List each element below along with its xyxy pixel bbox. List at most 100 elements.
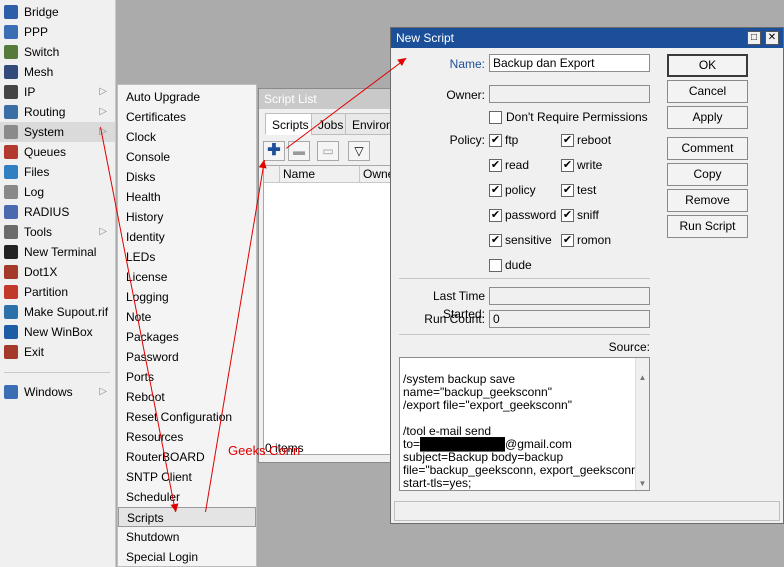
submenu-item-identity[interactable]: Identity — [118, 227, 256, 247]
policy-password-checkbox[interactable]: ✔ — [489, 209, 502, 222]
submenu-item-disks[interactable]: Disks — [118, 167, 256, 187]
submenu-item-license[interactable]: License — [118, 267, 256, 287]
menu-item-label: Queues — [24, 145, 67, 159]
script-table[interactable]: Name Owner — [263, 165, 398, 455]
policy-read-label: read — [505, 158, 530, 172]
menu-item-dot1x[interactable]: Dot1X — [0, 262, 115, 282]
submenu-item-console[interactable]: Console — [118, 147, 256, 167]
winbox-icon — [4, 325, 18, 339]
menu-item-partition[interactable]: Partition — [0, 282, 115, 302]
menu-item-new-terminal[interactable]: New Terminal — [0, 242, 115, 262]
menu-item-label: New WinBox — [24, 325, 93, 339]
policy-romon-checkbox[interactable]: ✔ — [561, 234, 574, 247]
menu-item-label: Switch — [24, 45, 60, 59]
ip-icon — [4, 85, 18, 99]
terminal-icon — [4, 245, 18, 259]
last-started-field[interactable] — [489, 287, 650, 305]
run-count-field[interactable]: 0 — [489, 310, 650, 328]
policy-ftp-label: ftp — [505, 133, 519, 147]
submenu-item-ports[interactable]: Ports — [118, 367, 256, 387]
menu-item-windows[interactable]: Windows ▷ — [0, 382, 115, 402]
run-script-button[interactable]: Run Script — [667, 215, 748, 238]
add-button[interactable]: ✚ — [263, 141, 285, 161]
policy-write-checkbox[interactable]: ✔ — [561, 159, 574, 172]
ok-button[interactable]: OK — [667, 54, 748, 77]
submenu-item-sntp-client[interactable]: SNTP Client — [118, 467, 256, 487]
policy-reboot-checkbox[interactable]: ✔ — [561, 134, 574, 147]
menu-item-exit[interactable]: Exit — [0, 342, 115, 362]
remove-icon: ▬ — [293, 144, 305, 158]
submenu-item-logging[interactable]: Logging — [118, 287, 256, 307]
name-field[interactable]: Backup dan Export — [489, 54, 650, 72]
menu-item-label: Partition — [24, 285, 69, 299]
policy-reboot-label: reboot — [577, 133, 612, 147]
divider — [399, 334, 650, 335]
menu-item-label: Windows — [24, 385, 73, 399]
submenu-item-history[interactable]: History — [118, 207, 256, 227]
submenu-item-certificates[interactable]: Certificates — [118, 107, 256, 127]
log-icon — [4, 185, 18, 199]
submenu-item-auto-upgrade[interactable]: Auto Upgrade — [118, 87, 256, 107]
policy-dude-checkbox[interactable] — [489, 259, 502, 272]
menu-item-new-winbox[interactable]: New WinBox — [0, 322, 115, 342]
owner-field[interactable] — [489, 85, 650, 103]
cancel-button[interactable]: Cancel — [667, 80, 748, 103]
dont-require-permissions-checkbox[interactable] — [489, 111, 502, 124]
menu-item-make-supout-rif[interactable]: Make Supout.rif — [0, 302, 115, 322]
maximize-button[interactable]: □ — [747, 31, 761, 45]
dialog-title[interactable]: New Script — [391, 28, 783, 48]
policy-policy-checkbox[interactable]: ✔ — [489, 184, 502, 197]
menu-item-ip[interactable]: IP ▷ — [0, 82, 115, 102]
menu-item-log[interactable]: Log — [0, 182, 115, 202]
filter-button[interactable]: ▽ — [348, 141, 370, 161]
submenu-item-reset-configuration[interactable]: Reset Configuration — [118, 407, 256, 427]
policy-ftp-checkbox[interactable]: ✔ — [489, 134, 502, 147]
policy-sensitive-checkbox[interactable]: ✔ — [489, 234, 502, 247]
menu-item-radius[interactable]: RADIUS — [0, 202, 115, 222]
menu-item-files[interactable]: Files — [0, 162, 115, 182]
comment-button[interactable]: ▭ — [317, 141, 339, 161]
menu-item-tools[interactable]: Tools ▷ — [0, 222, 115, 242]
policy-sensitive-label: sensitive — [505, 233, 552, 247]
name-label: Name: — [449, 57, 485, 71]
menu-item-label: Tools — [24, 225, 53, 239]
submenu-arrow-icon: ▷ — [99, 86, 107, 97]
submenu-item-leds[interactable]: LEDs — [118, 247, 256, 267]
column-name[interactable]: Name — [280, 166, 360, 183]
scroll-down-icon: ▼ — [638, 479, 647, 488]
submenu-item-clock[interactable]: Clock — [118, 127, 256, 147]
apply-button[interactable]: Apply — [667, 106, 748, 129]
submenu-item-scripts[interactable]: Scripts — [118, 507, 256, 527]
exit-icon — [4, 345, 18, 359]
folder-icon — [4, 165, 18, 179]
menu-item-switch[interactable]: Switch — [0, 42, 115, 62]
submenu-arrow-icon: ▷ — [99, 106, 107, 117]
menu-item-ppp[interactable]: PPP — [0, 22, 115, 42]
submenu-item-shutdown[interactable]: Shutdown — [118, 527, 256, 547]
menu-item-routing[interactable]: Routing ▷ — [0, 102, 115, 122]
source-scrollbar[interactable]: ▲ ▼ — [635, 358, 649, 490]
submenu-item-reboot[interactable]: Reboot — [118, 387, 256, 407]
policy-sniff-checkbox[interactable]: ✔ — [561, 209, 574, 222]
filter-icon: ▽ — [354, 144, 364, 158]
script-list-title[interactable]: Script List — [259, 89, 397, 109]
copy-button[interactable]: Copy — [667, 163, 748, 186]
menu-item-bridge[interactable]: Bridge — [0, 2, 115, 22]
menu-item-system[interactable]: System ▷ — [0, 122, 115, 142]
arrowhead-icon — [170, 503, 180, 513]
menu-item-mesh[interactable]: Mesh — [0, 62, 115, 82]
menu-item-queues[interactable]: Queues — [0, 142, 115, 162]
submenu-item-password[interactable]: Password — [118, 347, 256, 367]
policy-test-checkbox[interactable]: ✔ — [561, 184, 574, 197]
comment-button[interactable]: Comment — [667, 137, 748, 160]
script-list-window: Script List Scripts Jobs Environment ✚ ▬… — [258, 88, 399, 463]
policy-read-checkbox[interactable]: ✔ — [489, 159, 502, 172]
close-button[interactable]: ✕ — [765, 31, 779, 45]
submenu-item-special-login[interactable]: Special Login — [118, 547, 256, 567]
menu-item-label: IP — [24, 85, 36, 99]
source-editor[interactable]: /system backup save name="backup_geekscon… — [399, 357, 650, 491]
submenu-item-scheduler[interactable]: Scheduler — [118, 487, 256, 507]
remove-script-button[interactable]: Remove — [667, 189, 748, 212]
windows-icon — [4, 385, 18, 399]
submenu-item-health[interactable]: Health — [118, 187, 256, 207]
